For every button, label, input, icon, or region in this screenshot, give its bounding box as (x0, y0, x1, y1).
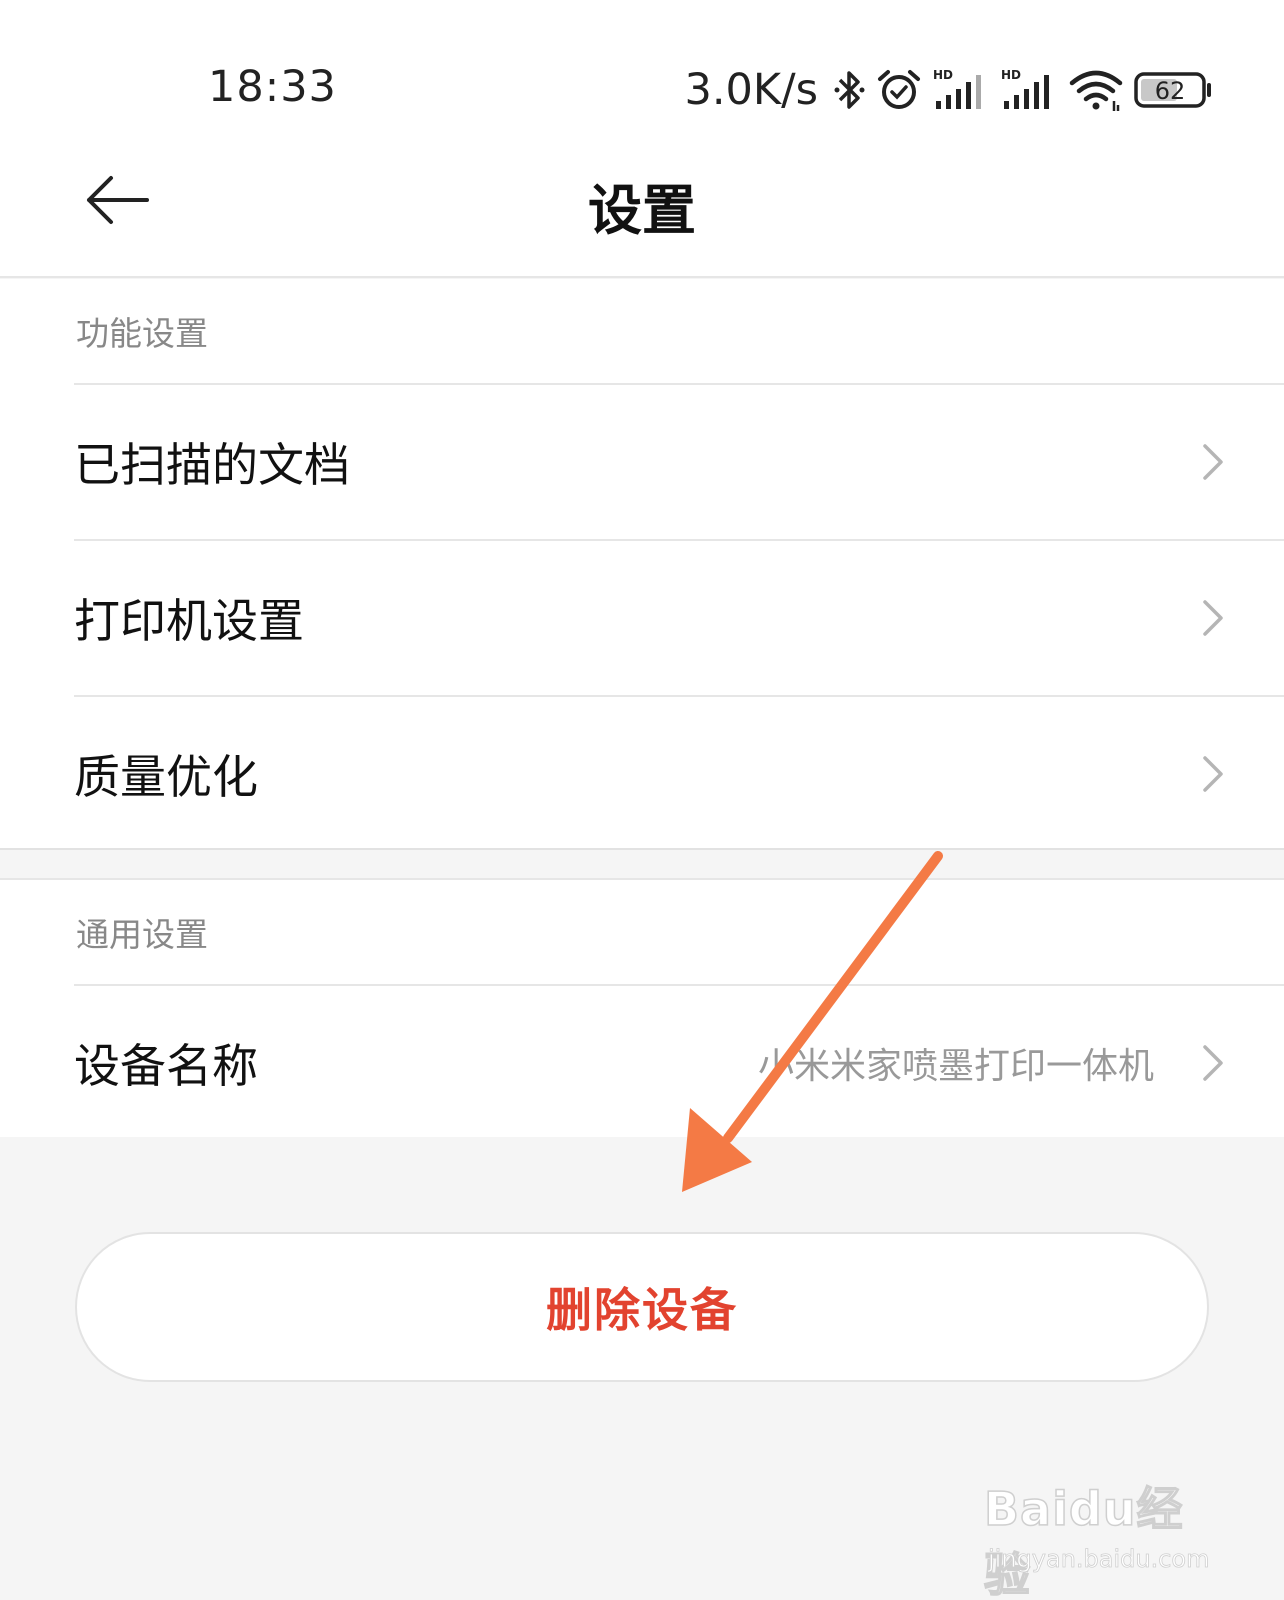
section-header: 通用设置 (76, 915, 208, 954)
hd-signal-icon: HD (1000, 67, 1058, 113)
settings-item-label: 打印机设置 (74, 594, 304, 648)
settings-item-quality-optimization[interactable]: 质量优化 (74, 695, 1284, 851)
settings-item-label: 质量优化 (74, 750, 258, 804)
network-speed: 3.0K/s (684, 65, 818, 115)
delete-device-button[interactable]: 删除设备 (75, 1232, 1209, 1382)
settings-item-device-name[interactable]: 设备名称 小米米家喷墨打印一体机 (74, 984, 1284, 1140)
settings-item-label: 设备名称 (74, 1039, 258, 1093)
svg-text:HD: HD (933, 68, 953, 82)
watermark-url: jingyan.baidu.com (988, 1545, 1210, 1574)
watermark-brand: Baidu经验 (983, 1481, 1184, 1600)
wifi-icon (1068, 67, 1124, 113)
settings-screen: 18:33 3.0K/s HD HD 62 设置 功能设置 已扫描的文档 打印机… (0, 0, 1284, 1600)
page-title: 设置 (588, 179, 696, 242)
title-bar: 设置 (0, 130, 1284, 278)
settings-item-printer-settings[interactable]: 打印机设置 (74, 539, 1284, 695)
chevron-right-icon (1198, 752, 1228, 796)
chevron-right-icon (1198, 1041, 1228, 1085)
battery-icon: 62 (1134, 70, 1214, 110)
hd-signal-icon: HD (932, 67, 990, 113)
bluetooth-icon (832, 68, 866, 112)
section-header: 功能设置 (76, 314, 208, 353)
svg-text:62: 62 (1155, 77, 1186, 105)
device-name-value: 小米米家喷墨打印一体机 (757, 1046, 1154, 1087)
settings-item-scanned-documents[interactable]: 已扫描的文档 (74, 383, 1284, 539)
alarm-icon (876, 67, 922, 113)
status-bar: 18:33 3.0K/s HD HD 62 (0, 0, 1284, 130)
settings-item-label: 已扫描的文档 (74, 438, 350, 492)
chevron-right-icon (1198, 596, 1228, 640)
svg-text:HD: HD (1001, 68, 1021, 82)
baidu-jingyan-watermark: Baidu经验 jingyan.baidu.com (983, 1455, 1224, 1600)
delete-device-label: 删除设备 (546, 1283, 738, 1337)
general-settings-section: 通用设置 设备名称 小米米家喷墨打印一体机 (0, 878, 1284, 1137)
chevron-right-icon (1198, 440, 1228, 484)
status-time: 18:33 (208, 62, 337, 112)
status-icons: 3.0K/s HD HD 62 (685, 62, 1214, 118)
function-settings-section: 功能设置 已扫描的文档 打印机设置 质量优化 (0, 279, 1284, 850)
